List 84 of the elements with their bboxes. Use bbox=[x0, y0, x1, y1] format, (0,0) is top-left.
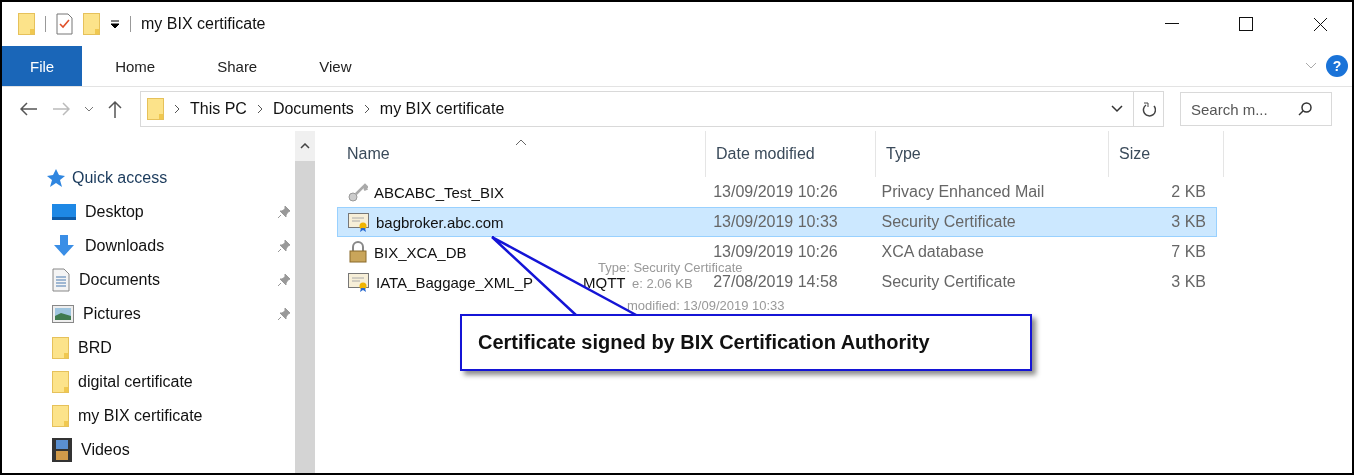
tooltip-line: Type: Security Certificate bbox=[598, 261, 743, 275]
up-arrow-icon bbox=[108, 100, 122, 118]
forward-button[interactable] bbox=[50, 100, 72, 118]
nav-item[interactable]: Downloads bbox=[85, 237, 268, 255]
pin-icon[interactable] bbox=[277, 273, 291, 287]
nav-item[interactable]: Desktop bbox=[85, 203, 268, 221]
file-name: BIX_XCA_DB bbox=[374, 243, 467, 261]
folder-icon bbox=[83, 13, 100, 35]
file-name: bagbroker.abc.com bbox=[376, 213, 504, 231]
help-button[interactable]: ? bbox=[1326, 55, 1348, 77]
search-icon bbox=[1298, 102, 1312, 116]
type-cell: Privacy Enhanced Mail bbox=[881, 183, 1045, 201]
nav-item[interactable]: BRD bbox=[78, 339, 291, 357]
dropdown-caret-icon[interactable] bbox=[110, 19, 120, 29]
nav-item[interactable]: digital certificate bbox=[78, 373, 291, 391]
key-icon bbox=[348, 182, 368, 202]
date-cell: 13/09/2019 10:26 bbox=[713, 183, 838, 201]
column-header[interactable]: Size bbox=[1109, 131, 1224, 177]
type-cell: Security Certificate bbox=[881, 213, 1016, 231]
date-cell: 13/09/2019 10:26 bbox=[713, 243, 838, 261]
type-cell: XCA database bbox=[881, 243, 984, 261]
chevron-right-icon bbox=[363, 104, 370, 114]
minimize-icon bbox=[1165, 23, 1179, 25]
date-cell: 13/09/2019 10:33 bbox=[713, 213, 838, 231]
file-name: ABCABC_Test_BIX bbox=[374, 183, 505, 201]
ribbon-tab[interactable]: Share bbox=[196, 46, 279, 86]
back-arrow-icon bbox=[20, 102, 38, 116]
breadcrumb[interactable]: Documents bbox=[272, 100, 354, 118]
tooltip-line: e: 2.06 KB bbox=[632, 277, 693, 291]
up-button[interactable] bbox=[106, 98, 124, 120]
certificate-icon bbox=[348, 272, 370, 292]
nav-item[interactable]: Pictures bbox=[83, 305, 268, 323]
chevron-right-icon bbox=[174, 104, 180, 114]
address-field[interactable]: This PC Documents my BIX certificate bbox=[140, 91, 1164, 127]
folder-icon bbox=[52, 371, 69, 393]
refresh-icon bbox=[1141, 101, 1156, 117]
certificate-icon bbox=[348, 212, 370, 232]
breadcrumb[interactable]: This PC bbox=[190, 100, 247, 118]
folder-icon bbox=[147, 98, 164, 120]
folder-icon bbox=[52, 405, 69, 427]
film-icon bbox=[52, 438, 72, 462]
file-menu-tab[interactable]: File bbox=[2, 46, 83, 86]
picture-icon bbox=[52, 305, 74, 323]
window-title: my BIX certificate bbox=[141, 15, 266, 33]
file-name: IATA_Baggage_XML_P bbox=[376, 273, 534, 291]
pin-icon[interactable] bbox=[277, 205, 291, 219]
scrollbar[interactable] bbox=[295, 131, 315, 473]
nav-item[interactable]: Videos bbox=[81, 441, 291, 459]
ribbon-tab[interactable]: Home bbox=[94, 46, 177, 86]
folder-icon bbox=[18, 13, 35, 35]
selected-file-row[interactable]: bagbroker.abc.com 13/09/2019 10:33 Security Certificate 3 KB bbox=[337, 207, 1217, 237]
sort-caret-icon bbox=[515, 139, 527, 146]
type-cell: Security Certificate bbox=[881, 273, 1016, 291]
dropdown-chevron-icon[interactable] bbox=[1111, 105, 1123, 113]
size-cell: 7 KB bbox=[1171, 243, 1206, 261]
monitor-icon bbox=[52, 203, 76, 221]
scroll-up-icon[interactable] bbox=[300, 143, 310, 149]
nav-item[interactable]: my BIX certificate bbox=[78, 407, 291, 425]
close-icon bbox=[1312, 16, 1328, 32]
maximize-icon bbox=[1239, 17, 1253, 31]
chevron-down-icon bbox=[84, 105, 94, 113]
size-cell: 3 KB bbox=[1171, 273, 1206, 291]
checked-document-icon[interactable] bbox=[56, 13, 73, 35]
nav-section-title[interactable]: Quick access bbox=[72, 169, 168, 187]
down-arrow-icon bbox=[52, 235, 76, 257]
folder-icon bbox=[52, 337, 69, 359]
tooltip-line: modified: 13/09/2019 10:33 bbox=[627, 299, 785, 313]
column-header[interactable]: Type bbox=[876, 131, 1109, 177]
size-cell: 3 KB bbox=[1171, 213, 1206, 231]
column-header[interactable]: Name bbox=[337, 131, 706, 177]
padlock-icon bbox=[348, 241, 368, 263]
document-icon bbox=[52, 268, 70, 292]
column-header[interactable]: Date modified bbox=[706, 131, 876, 177]
forward-arrow-icon bbox=[52, 102, 70, 116]
search-field[interactable]: Search m... bbox=[1180, 92, 1332, 126]
size-cell: 2 KB bbox=[1171, 183, 1206, 201]
nav-item[interactable]: Documents bbox=[79, 271, 268, 289]
back-button[interactable] bbox=[18, 100, 40, 118]
breadcrumb[interactable]: my BIX certificate bbox=[379, 100, 505, 118]
date-cell: 27/08/2019 14:58 bbox=[713, 273, 838, 291]
pin-icon[interactable] bbox=[277, 307, 291, 321]
pin-icon[interactable] bbox=[277, 239, 291, 253]
ribbon-tab[interactable]: View bbox=[298, 46, 373, 86]
chevron-right-icon bbox=[256, 104, 263, 114]
